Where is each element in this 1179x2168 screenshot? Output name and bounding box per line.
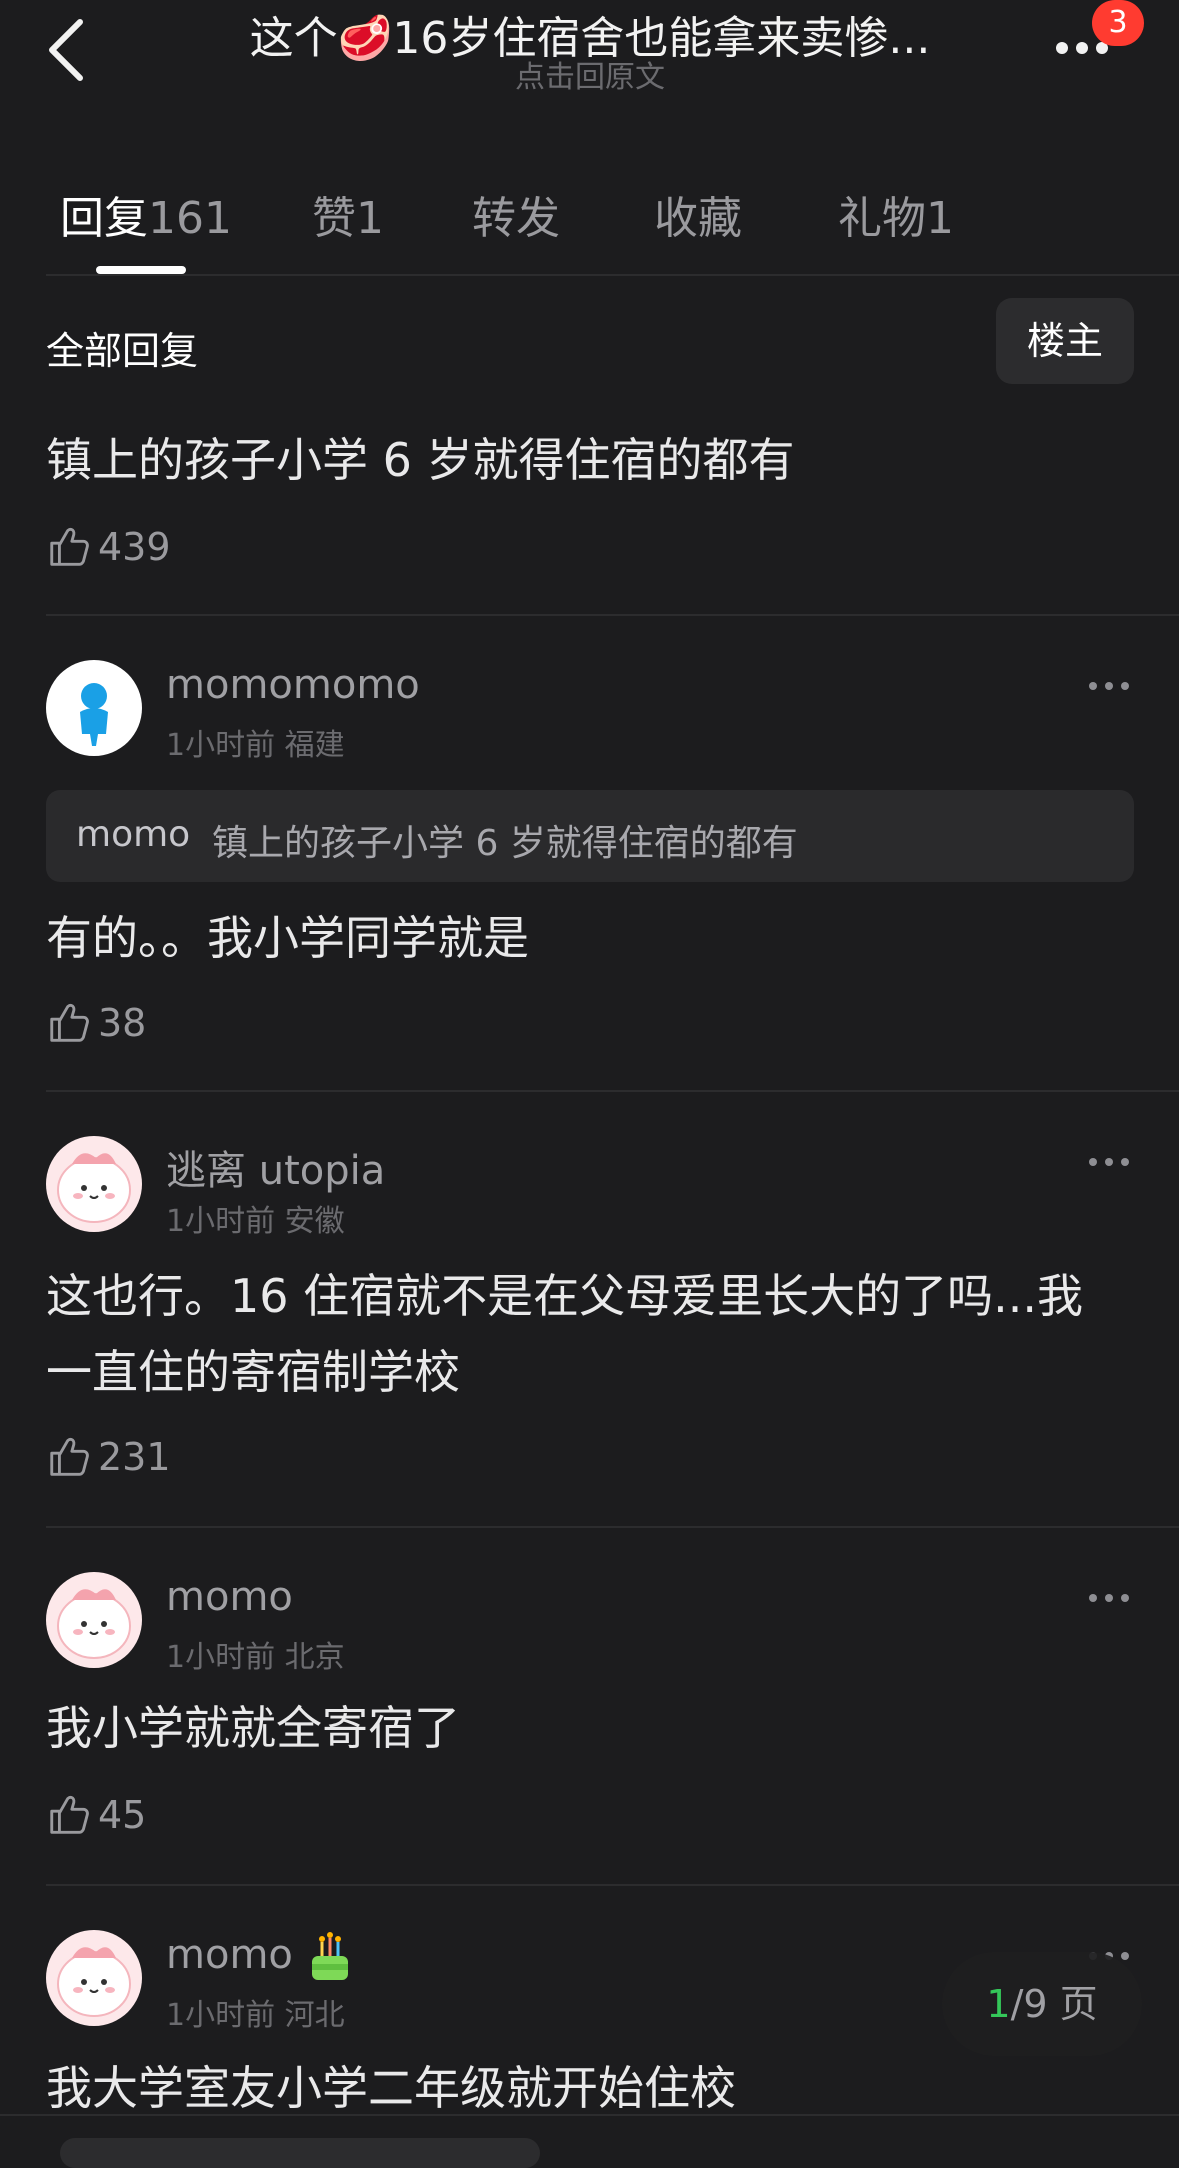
comment-location: 福建 <box>284 728 345 763</box>
pink-creature-avatar-icon <box>57 1153 131 1223</box>
tab-replies[interactable]: 回复161 <box>60 182 232 246</box>
like-button[interactable]: 38 <box>46 998 146 1048</box>
pink-creature-avatar-icon <box>57 1589 131 1659</box>
like-count: 38 <box>98 1001 147 1045</box>
tabs-divider <box>46 274 1179 276</box>
active-tab-indicator <box>96 266 186 274</box>
comment-location: 河北 <box>284 1998 345 2033</box>
avatar-figure-icon <box>80 683 108 746</box>
tab-label: 转发 <box>472 193 560 244</box>
comment-time: 1小时前 <box>166 1998 276 2033</box>
username[interactable]: momo <box>166 1932 293 1978</box>
quote-username: momo <box>76 814 191 855</box>
username[interactable]: 逃离 utopia <box>166 1138 385 1196</box>
back-button[interactable] <box>40 14 100 86</box>
comment-location: 北京 <box>284 1640 345 1675</box>
comment-time: 1小时前 <box>166 728 276 763</box>
comment-meta: 1小时前 福建 <box>166 720 345 764</box>
tab-label: 礼物 <box>838 193 926 244</box>
thumbs-up-icon <box>50 1003 89 1042</box>
comment-meta: 1小时前 安徽 <box>166 1196 345 1240</box>
comment-text: 有的。。我小学同学就是 <box>46 911 529 965</box>
owner-only-button[interactable]: 楼主 <box>996 298 1134 384</box>
thumbs-up-icon <box>50 527 89 566</box>
tab-count: 161 <box>148 193 232 244</box>
tab-count: 1 <box>356 193 384 244</box>
notification-badge: 3 <box>1092 0 1144 46</box>
like-button[interactable]: 45 <box>46 1790 146 1840</box>
comment-more-button[interactable] <box>1086 1152 1132 1172</box>
pink-creature-avatar-icon <box>57 1947 131 2017</box>
reply-input[interactable] <box>60 2138 540 2168</box>
comment-meta: 1小时前 北京 <box>166 1632 345 1676</box>
op-text: 镇上的孩子小学 6 岁就得住宿的都有 <box>46 433 795 487</box>
username[interactable]: momomomo <box>166 662 420 708</box>
quoted-reply[interactable]: momo 镇上的孩子小学 6 岁就得住宿的都有 <box>46 790 1134 882</box>
page-indicator[interactable]: 1/9 页 <box>942 1952 1142 2056</box>
tab-label: 赞 <box>312 193 356 244</box>
comment-time: 1小时前 <box>166 1640 276 1675</box>
more-icon <box>1089 682 1129 690</box>
avatar[interactable] <box>46 1930 142 2026</box>
comment-text: 我小学就就全寄宿了 <box>46 1701 460 1755</box>
divider <box>46 1090 1179 1092</box>
tab-favorites[interactable]: 收藏 <box>654 182 742 246</box>
divider <box>46 1526 1179 1528</box>
divider <box>46 1884 1179 1886</box>
thumbs-up-icon <box>50 1437 89 1476</box>
total-pages: /9 页 <box>1010 1982 1098 2026</box>
chevron-left-icon <box>49 19 83 81</box>
divider <box>46 614 1179 616</box>
tab-gifts[interactable]: 礼物1 <box>838 182 954 246</box>
like-count: 439 <box>98 525 171 569</box>
comment-meta: 1小时前 河北 <box>166 1990 345 2034</box>
like-count: 45 <box>98 1793 147 1837</box>
tab-label: 回复 <box>60 193 148 244</box>
cake-badge-icon <box>300 1922 360 1988</box>
quote-text: 镇上的孩子小学 6 岁就得住宿的都有 <box>212 823 798 864</box>
avatar[interactable] <box>46 1136 142 1232</box>
username[interactable]: momo <box>166 1574 293 1620</box>
back-to-original-link[interactable]: 点击回原文 <box>450 52 730 96</box>
comment-time: 1小时前 <box>166 1204 276 1239</box>
section-title: 全部回复 <box>46 329 199 373</box>
comment-location: 安徽 <box>284 1204 345 1239</box>
like-button[interactable]: 439 <box>46 522 171 572</box>
thumbs-up-icon <box>50 1795 89 1834</box>
tab-forward[interactable]: 转发 <box>472 182 560 246</box>
like-count: 231 <box>98 1435 171 1479</box>
avatar[interactable] <box>46 660 142 756</box>
tab-count: 1 <box>926 193 954 244</box>
like-button[interactable]: 231 <box>46 1432 171 1482</box>
more-icon <box>1089 1594 1129 1602</box>
comment-more-button[interactable] <box>1086 676 1132 696</box>
comment-more-button[interactable] <box>1086 1588 1132 1608</box>
more-icon <box>1089 1158 1129 1166</box>
comment-text-line-2: 一直住的寄宿制学校 <box>46 1345 460 1399</box>
current-page: 1 <box>986 1982 1011 2026</box>
tab-likes[interactable]: 赞1 <box>312 182 384 246</box>
avatar[interactable] <box>46 1572 142 1668</box>
tab-label: 收藏 <box>654 193 742 244</box>
comment-text-line-1: 这也行。16 住宿就不是在父母爱里长大的了吗...我 <box>46 1269 1084 1323</box>
